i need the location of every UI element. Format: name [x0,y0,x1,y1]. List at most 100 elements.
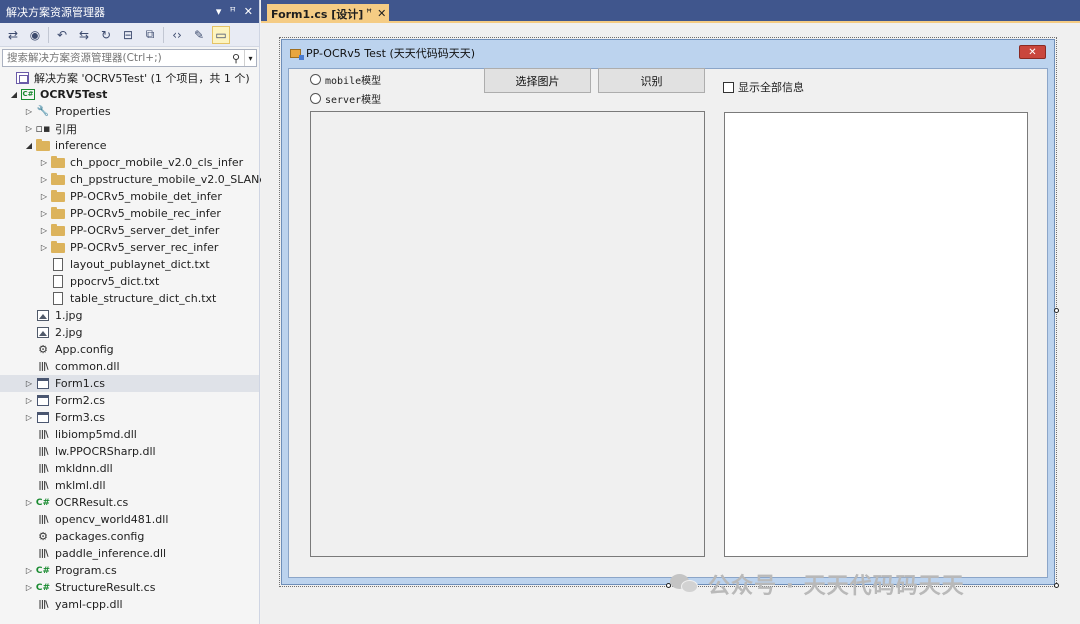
collapsed-arrow-icon[interactable]: ▷ [23,566,35,575]
tree-item[interactable]: ▷ Form3.cs [0,409,259,426]
tree-item-label: 2.jpg [55,326,83,339]
collapsed-arrow-icon[interactable]: ▷ [38,158,50,167]
form-close-button[interactable]: ✕ [1019,45,1046,59]
radio-circle-icon[interactable] [310,74,321,85]
select-image-button[interactable]: 选择图片 [484,68,591,93]
tree-item[interactable]: ▷ PP-OCRv5_mobile_det_infer [0,188,259,205]
tree-item[interactable]: ▷ ch_ppocr_mobile_v2.0_cls_infer [0,154,259,171]
tree-item[interactable]: ▷ C# Program.cs [0,562,259,579]
collapsed-arrow-icon[interactable]: ▷ [23,396,35,405]
tree-item[interactable]: ▷ PP-OCRv5_server_rec_infer [0,239,259,256]
tree-item[interactable]: |||\ mkldnn.dll [0,460,259,477]
dll-icon: |||\ [38,463,48,474]
search-icon[interactable]: ⚲ [228,52,244,65]
sync-with-document-icon[interactable]: ⇄ [4,26,22,44]
search-input[interactable] [3,52,228,64]
chevron-down-icon[interactable]: ▾ [244,50,256,66]
form-designer-surface[interactable]: PP-OCRv5 Test (天天代码码天天) ✕ mobile模型 serve… [261,23,1080,624]
close-icon[interactable]: ✕ [244,5,253,18]
collapsed-arrow-icon[interactable]: ▷ [38,192,50,201]
resize-handle-right[interactable] [1054,308,1059,313]
form-icon [35,394,51,408]
tree-item[interactable]: 1.jpg [0,307,259,324]
collapsed-arrow-icon[interactable]: ▷ [23,124,35,133]
properties-wrench-icon[interactable]: ✎ [190,26,208,44]
tree-item[interactable]: ▷ Form1.cs [0,375,259,392]
tree-item[interactable]: |||\ libiomp5md.dll [0,426,259,443]
tree-item[interactable]: |||\ mklml.dll [0,477,259,494]
show-all-info-checkbox[interactable]: 显示全部信息 [723,79,804,95]
tree-item-project[interactable]: ◢ C# OCRV5Test [0,86,259,103]
collapse-all-icon[interactable]: ⊟ [119,26,137,44]
designed-form-window[interactable]: PP-OCRv5 Test (天天代码码天天) ✕ mobile模型 serve… [281,39,1055,585]
collapsed-arrow-icon[interactable]: ▷ [23,583,35,592]
close-icon[interactable]: ✕ [377,7,386,20]
image-picture-box[interactable] [310,111,705,557]
pending-changes-icon[interactable]: ⇆ [75,26,93,44]
tree-item[interactable]: ▷ ▫▪ 引用 [0,120,259,137]
collapsed-arrow-icon[interactable]: ▷ [38,226,50,235]
radio-circle-icon[interactable] [310,93,321,104]
radio-mobile-model[interactable]: mobile模型 [310,72,381,87]
expanded-arrow-icon[interactable]: ◢ [23,141,35,150]
tree-item-label: ppocrv5_dict.txt [70,275,160,288]
tree-item[interactable]: ▷ C# OCRResult.cs [0,494,259,511]
pin-icon[interactable]: ꟸ [229,5,235,18]
dropdown-icon[interactable]: ▾ [216,5,222,18]
tree-item[interactable]: layout_publaynet_dict.txt [0,256,259,273]
tree-item-label: libiomp5md.dll [55,428,137,441]
watermark-text: 公众号 · 天天代码码天天 [708,574,965,599]
solution-explorer-title: 解决方案资源管理器 [6,5,105,19]
view-code-icon[interactable]: ‹› [168,26,186,44]
collapsed-arrow-icon[interactable]: ▷ [38,209,50,218]
csharp-file-icon: C# [35,497,51,508]
tree-item[interactable]: ▷ Form2.cs [0,392,259,409]
history-icon[interactable]: ↶ [53,26,71,44]
form-icon [35,377,51,391]
image-icon [35,326,51,340]
tree-item[interactable]: |||\ opencv_world481.dll [0,511,259,528]
tree-item[interactable]: ◢ inference [0,137,259,154]
resize-handle-bottom-right[interactable] [1054,583,1059,588]
collapsed-arrow-icon[interactable]: ▷ [23,413,35,422]
tree-item[interactable]: ▷ C# StructureResult.cs [0,579,259,596]
tree-item[interactable]: ▷ PP-OCRv5_server_det_infer [0,222,259,239]
pin-icon[interactable]: ꟸ [366,8,372,19]
solution-tree: 解决方案 'OCRV5Test' (1 个项目，共 1 个) ◢ C# OCRV… [0,69,279,613]
tree-item[interactable]: ▷ ch_ppstructure_mobile_v2.0_SLANet_i [0,171,279,188]
tree-item-label: table_structure_dict_ch.txt [70,292,217,305]
result-textbox[interactable] [724,112,1028,557]
checkbox-box-icon[interactable] [723,81,734,93]
form-icon [35,411,51,425]
tree-item[interactable]: ▷ PP-OCRv5_mobile_rec_infer [0,205,259,222]
globe-icon[interactable]: ◉ [26,26,44,44]
folder-icon [35,138,51,153]
recognize-button[interactable]: 识别 [598,68,705,93]
tree-item[interactable]: |||\ common.dll [0,358,259,375]
tree-item[interactable]: |||\ yaml-cpp.dll [0,596,259,613]
dll-icon: |||\ [38,361,48,372]
expanded-arrow-icon[interactable]: ◢ [8,90,20,99]
csharp-file-icon: C# [35,565,51,576]
tree-item[interactable]: ppocrv5_dict.txt [0,273,259,290]
collapsed-arrow-icon[interactable]: ▷ [23,107,35,116]
collapsed-arrow-icon[interactable]: ▷ [23,379,35,388]
radio-server-model[interactable]: server模型 [310,91,381,106]
tree-item[interactable]: table_structure_dict_ch.txt [0,290,259,307]
tree-item[interactable]: 2.jpg [0,324,259,341]
tree-item-solution[interactable]: 解决方案 'OCRV5Test' (1 个项目，共 1 个) [0,69,259,86]
collapsed-arrow-icon[interactable]: ▷ [23,498,35,507]
text-file-icon [50,292,66,306]
copy-icon[interactable]: ⧉ [141,26,159,44]
preview-selected-icon[interactable]: ▭ [212,25,230,44]
refresh-icon[interactable]: ↻ [97,26,115,44]
tree-item[interactable]: ⚙ App.config [0,341,259,358]
tree-item[interactable]: |||\ lw.PPOCRSharp.dll [0,443,259,460]
tree-item[interactable]: ⚙ packages.config [0,528,259,545]
collapsed-arrow-icon[interactable]: ▷ [38,175,50,184]
tree-item[interactable]: ▷ 🔧 Properties [0,103,259,120]
dll-icon: |||\ [38,480,48,491]
collapsed-arrow-icon[interactable]: ▷ [38,243,50,252]
form-client-area: mobile模型 server模型 选择图片 识别 显示全部信息 [288,68,1048,578]
tree-item[interactable]: |||\ paddle_inference.dll [0,545,259,562]
